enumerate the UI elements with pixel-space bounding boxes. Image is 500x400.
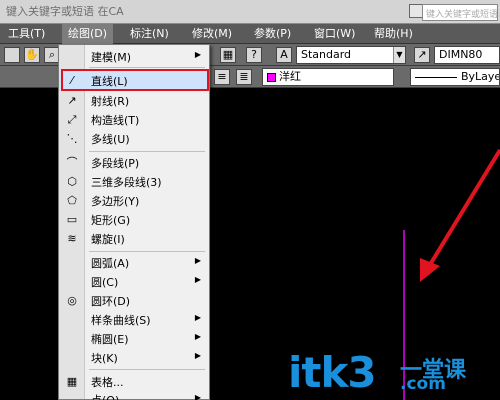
highlight-box [61, 69, 209, 91]
menu-item-label: 建模(M) [91, 51, 132, 64]
menu-item-spline[interactable]: 样条曲线(S) ▶ [59, 310, 209, 329]
menu-item-ellipse[interactable]: 椭圆(E) ▶ [59, 329, 209, 348]
submenu-arrow-icon: ▶ [194, 351, 201, 360]
submenu-arrow-icon: ▶ [194, 332, 201, 341]
menu-item-polygon[interactable]: ⬠ 多边形(Y) [59, 191, 209, 210]
3dpoly-icon: ⬡ [67, 175, 77, 188]
menu-item-label: 块(K) [91, 352, 118, 365]
ray-icon: ↗ [67, 94, 77, 107]
donut-icon: ◎ [67, 294, 77, 307]
menu-item-label: 矩形(G) [91, 214, 131, 227]
menu-item-circle[interactable]: 圆(C) ▶ [59, 272, 209, 291]
menu-item-ray[interactable]: ↗ 射线(R) [59, 91, 209, 110]
watermark-domain: .com [400, 374, 446, 394]
menu-item-label: 样条曲线(S) [91, 314, 151, 327]
menu-item-label: 构造线(T) [91, 114, 140, 127]
helix-icon: ≋ [67, 232, 77, 245]
menu-item-label: 螺旋(I) [91, 233, 125, 246]
menu-item-label: 多线(U) [91, 133, 130, 146]
menu-item-label: 表格... [91, 376, 124, 389]
menu-separator [89, 151, 205, 152]
menu-item-point[interactable]: 点(O) ▶ [59, 390, 209, 400]
menu-item-donut[interactable]: ◎ 圆环(D) [59, 291, 209, 310]
submenu-arrow-icon: ▶ [194, 275, 201, 284]
polyline-icon: ⌒ [66, 156, 78, 169]
submenu-arrow-icon: ▶ [194, 50, 201, 59]
watermark-main: itk3 [288, 348, 377, 397]
submenu-arrow-icon: ▶ [194, 256, 201, 265]
menu-item-label: 多段线(P) [91, 157, 140, 170]
menu-item-label: 圆环(D) [91, 295, 131, 308]
menu-separator [89, 67, 205, 68]
polygon-icon: ⬠ [67, 194, 77, 207]
rectangle-icon: ▭ [66, 213, 78, 226]
menu-item-modeling[interactable]: 建模(M) ▶ [59, 47, 209, 66]
menu-item-mline[interactable]: ⋱ 多线(U) [59, 129, 209, 148]
draw-menu-dropdown: 建模(M) ▶ ⁄ 直线(L) ↗ 射线(R) ⤢ 构造线(T) ⋱ 多线(U)… [58, 44, 210, 400]
menu-item-polyline[interactable]: ⌒ 多段线(P) [59, 153, 209, 172]
menu-item-3dpoly[interactable]: ⬡ 三维多段线(3) [59, 172, 209, 191]
menu-separator [89, 251, 205, 252]
menu-separator [89, 369, 205, 370]
menu-item-label: 射线(R) [91, 95, 130, 108]
xline-icon: ⤢ [67, 113, 77, 126]
menu-item-arc[interactable]: 圆弧(A) ▶ [59, 253, 209, 272]
submenu-arrow-icon: ▶ [194, 313, 201, 322]
menu-item-label: 三维多段线(3) [91, 176, 162, 189]
menu-item-rectangle[interactable]: ▭ 矩形(G) [59, 210, 209, 229]
table-icon: ▦ [66, 375, 78, 388]
menu-item-label: 圆弧(A) [91, 257, 130, 270]
watermark-logo: itk3 一堂课 .com [288, 348, 466, 397]
submenu-arrow-icon: ▶ [194, 393, 201, 400]
menu-item-xline[interactable]: ⤢ 构造线(T) [59, 110, 209, 129]
menu-item-block[interactable]: 块(K) ▶ [59, 348, 209, 367]
menu-item-label: 椭圆(E) [91, 333, 129, 346]
menu-item-label: 多边形(Y) [91, 195, 140, 208]
menu-item-label: 点(O) [91, 392, 119, 400]
menu-item-label: 圆(C) [91, 276, 119, 289]
mline-icon: ⋱ [66, 132, 78, 145]
menu-item-helix[interactable]: ≋ 螺旋(I) [59, 229, 209, 248]
menu-item-table[interactable]: ▦ 表格... [59, 372, 209, 391]
